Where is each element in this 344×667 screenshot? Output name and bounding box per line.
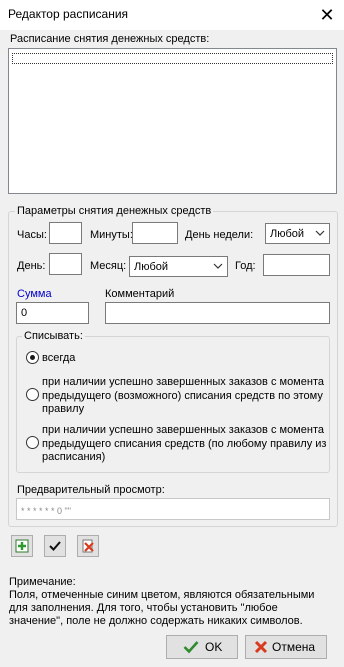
- radio-always[interactable]: [26, 351, 39, 364]
- apply-button[interactable]: [44, 535, 66, 557]
- weekday-value: Любой: [270, 228, 305, 240]
- note-line-2: для заполнения. Для того, чтобы установи…: [9, 602, 278, 614]
- weekday-label: День недели:: [185, 229, 254, 241]
- radio-since-any-label: при наличии успешно завершенных заказов …: [42, 424, 327, 463]
- close-icon[interactable]: ✕: [316, 4, 338, 26]
- year-input[interactable]: [263, 254, 330, 276]
- cancel-label: Отмена: [272, 640, 316, 654]
- minutes-input[interactable]: [132, 222, 178, 244]
- preview-field: * * * * * * 0 "": [16, 498, 330, 520]
- month-label: Месяц:: [90, 260, 127, 272]
- chevron-down-icon: [213, 263, 223, 269]
- window-title: Редактор расписания: [8, 7, 129, 21]
- day-label: День:: [17, 260, 46, 272]
- minutes-label: Минуты:: [90, 229, 133, 241]
- checkmark-icon: [49, 541, 61, 551]
- comment-label: Комментарий: [105, 288, 175, 300]
- schedule-list[interactable]: [8, 48, 337, 194]
- month-value: Любой: [134, 261, 169, 273]
- comment-input[interactable]: [105, 302, 330, 324]
- hours-input[interactable]: [49, 222, 82, 244]
- note-line-3: значение", поле не должно содержать ника…: [9, 615, 303, 627]
- day-input[interactable]: [49, 253, 82, 275]
- hours-label: Часы:: [17, 229, 47, 241]
- add-button[interactable]: [11, 535, 33, 557]
- sum-input[interactable]: 0: [16, 302, 89, 324]
- radio-since-any[interactable]: [26, 436, 39, 449]
- checkmark-icon: [183, 641, 199, 654]
- ok-label: OK: [205, 640, 223, 654]
- schedule-label: Расписание снятия денежных средств:: [10, 33, 210, 45]
- chevron-down-icon: [315, 230, 325, 236]
- radio-always-label: всегда: [42, 352, 76, 364]
- note-line-1: Поля, отмеченные синим цветом, являются …: [9, 589, 315, 601]
- params-group-title: Параметры снятия денежных средств: [15, 205, 214, 217]
- radio-since-rule[interactable]: [26, 388, 39, 401]
- year-label: Год:: [235, 260, 256, 272]
- weekday-select[interactable]: Любой: [265, 223, 330, 244]
- ok-button[interactable]: OK: [166, 635, 238, 659]
- month-select[interactable]: Любой: [129, 256, 228, 277]
- sum-label: Сумма: [17, 288, 52, 300]
- preview-label: Предварительный просмотр:: [17, 484, 165, 496]
- note-title: Примечание:: [9, 576, 76, 588]
- delete-button[interactable]: [77, 535, 99, 557]
- close-icon: [254, 640, 268, 654]
- delete-icon: [82, 539, 94, 553]
- cancel-button[interactable]: Отмена: [245, 635, 327, 659]
- add-icon: [15, 539, 29, 553]
- write-off-group-title: Списывать:: [22, 330, 85, 342]
- radio-since-rule-label: при наличии успешно завершенных заказов …: [42, 376, 324, 415]
- list-focus-row: [12, 53, 333, 64]
